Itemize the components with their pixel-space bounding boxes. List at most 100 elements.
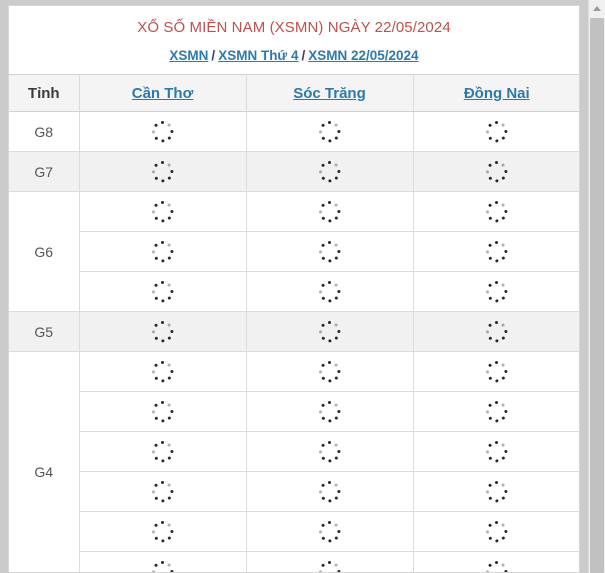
spinner-icon: [151, 440, 174, 463]
spinner-icon: [486, 360, 508, 383]
result-cell: [246, 351, 414, 392]
result-cell: [79, 551, 247, 572]
province-link-can-tho[interactable]: Cần Thơ: [132, 85, 194, 102]
column-header-dong-nai[interactable]: Đồng Nai: [413, 74, 579, 112]
spinner-icon: [151, 200, 174, 223]
scrollbar-thumb[interactable]: [590, 18, 604, 573]
table-row: [9, 391, 579, 432]
result-cell: [79, 351, 247, 392]
prize-label-g4: G4: [9, 351, 80, 572]
result-cell: [413, 431, 579, 472]
result-cell: [246, 551, 414, 572]
spinner-icon: [486, 520, 508, 543]
spinner-icon: [486, 320, 508, 343]
result-cell: [246, 231, 414, 272]
result-cell: [246, 391, 414, 432]
spinner-icon: [486, 280, 508, 303]
prize-label-g6: G6: [9, 191, 80, 312]
spinner-icon: [486, 480, 508, 503]
column-header-soc-trang[interactable]: Sóc Trăng: [246, 74, 414, 112]
result-cell: [413, 511, 579, 552]
spinner-icon: [318, 320, 341, 343]
spinner-icon: [318, 560, 341, 572]
card-header: XỔ SỐ MIỀN NAM (XSMN) NGÀY 22/05/2024 XS…: [9, 6, 579, 74]
table-body: G8 G7 G6 G5 G4: [9, 111, 579, 572]
table-row: [9, 511, 579, 552]
spinner-icon: [486, 160, 508, 183]
result-cell: [413, 231, 579, 272]
spinner-icon: [151, 560, 174, 572]
spinner-icon: [318, 240, 341, 263]
lottery-result-card: XỔ SỐ MIỀN NAM (XSMN) NGÀY 22/05/2024 XS…: [8, 5, 580, 573]
breadcrumb-item-xsmn[interactable]: XSMN: [169, 48, 208, 63]
spinner-icon: [486, 560, 508, 572]
table-row: [9, 471, 579, 512]
spinner-icon: [318, 160, 341, 183]
result-cell: [79, 111, 247, 152]
result-cell: [413, 151, 579, 192]
spinner-icon: [151, 240, 174, 263]
result-cell: [79, 511, 247, 552]
spinner-icon: [318, 400, 341, 423]
triangle-up-glyph: [593, 6, 601, 11]
result-cell: [79, 391, 247, 432]
spinner-icon: [151, 360, 174, 383]
result-cell: [79, 311, 247, 352]
result-cell: [413, 191, 579, 232]
result-cell: [79, 231, 247, 272]
result-cell: [413, 471, 579, 512]
result-cell: [413, 271, 579, 312]
column-header-can-tho[interactable]: Cần Thơ: [79, 74, 247, 112]
result-cell: [246, 311, 414, 352]
result-cell: [79, 431, 247, 472]
province-link-dong-nai[interactable]: Đồng Nai: [464, 85, 530, 102]
result-cell: [79, 151, 247, 192]
scroll-up-arrow-icon[interactable]: [589, 0, 605, 17]
spinner-icon: [151, 320, 174, 343]
breadcrumb-item-xsmn-date[interactable]: XSMN 22/05/2024: [308, 48, 418, 63]
breadcrumb-separator-2: /: [301, 48, 306, 63]
province-link-soc-trang[interactable]: Sóc Trăng: [293, 85, 366, 102]
spinner-icon: [151, 280, 174, 303]
result-cell: [246, 511, 414, 552]
vertical-scrollbar[interactable]: [588, 0, 605, 573]
breadcrumb-separator-1: /: [211, 48, 216, 63]
table-row: G6: [9, 191, 579, 312]
result-cell: [79, 271, 247, 312]
table-row: [9, 231, 579, 272]
table-row: [9, 431, 579, 472]
column-header-tinh: Tỉnh: [9, 74, 80, 112]
spinner-icon: [151, 480, 174, 503]
spinner-icon: [318, 520, 341, 543]
table-header-row: Tỉnh Cần Thơ Sóc Trăng Đồng Nai: [9, 74, 579, 112]
result-cell: [79, 191, 247, 232]
spinner-icon: [318, 360, 341, 383]
spinner-icon: [151, 160, 174, 183]
spinner-icon: [486, 400, 508, 423]
page-title: XỔ SỐ MIỀN NAM (XSMN) NGÀY 22/05/2024: [137, 19, 451, 36]
browser-viewport: XỔ SỐ MIỀN NAM (XSMN) NGÀY 22/05/2024 XS…: [0, 0, 605, 573]
spinner-icon: [151, 400, 174, 423]
result-cell: [246, 471, 414, 512]
result-cell: [246, 271, 414, 312]
table-row: G4: [9, 351, 579, 572]
spinner-icon: [486, 200, 508, 223]
spinner-icon: [318, 440, 341, 463]
spinner-icon: [486, 120, 508, 143]
spinner-icon: [486, 240, 508, 263]
spinner-icon: [318, 120, 341, 143]
spinner-icon: [151, 120, 174, 143]
result-cell: [413, 351, 579, 392]
table-row: G7: [9, 151, 579, 192]
breadcrumb-item-xsmn-thu-4[interactable]: XSMN Thứ 4: [218, 48, 298, 63]
table-row: [9, 271, 579, 312]
result-cell: [413, 311, 579, 352]
result-cell: [79, 471, 247, 512]
result-cell: [246, 191, 414, 232]
result-cell: [246, 431, 414, 472]
result-cell: [246, 151, 414, 192]
breadcrumb: XSMN / XSMN Thứ 4/XSMN 22/05/2024: [9, 47, 579, 64]
result-cell: [413, 551, 579, 572]
spinner-icon: [151, 520, 174, 543]
prize-label-g7: G7: [9, 151, 80, 192]
